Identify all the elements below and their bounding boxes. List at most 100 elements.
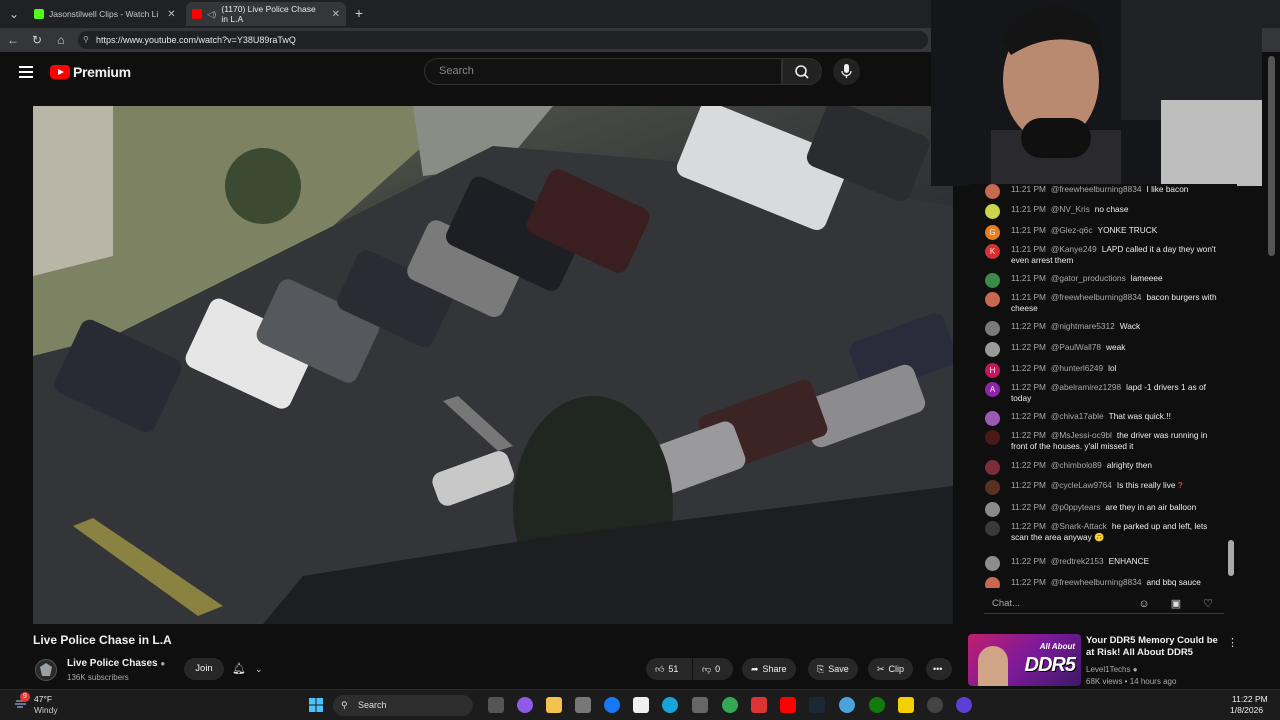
chat-message: 11:21 PM @freewheelburning8834 bacon burge…: [985, 292, 1217, 313]
app-icon[interactable]: [839, 697, 855, 713]
channel-avatar[interactable]: [35, 659, 57, 681]
microphone-icon: [841, 64, 852, 78]
youtube-logo[interactable]: Premium: [50, 64, 131, 80]
user-avatar[interactable]: [985, 184, 1000, 199]
user-avatar[interactable]: G: [985, 225, 1000, 240]
tab-label: Jasonstilwell Clips - Watch Li: [49, 9, 159, 19]
user-avatar[interactable]: [985, 480, 1000, 495]
chrome-icon[interactable]: [722, 697, 738, 713]
tab-list-chevron-icon[interactable]: ⌄: [6, 6, 22, 22]
chat-message: 11:22 PM @chimbolo89 alrighty then: [985, 460, 1217, 475]
site-info-icon[interactable]: ⚲: [83, 31, 89, 49]
windows-taskbar: 9 47°F Windy ⚲ Search 11:22 PM 1/8/2026: [0, 689, 1280, 720]
speaker-icon[interactable]: ◁): [207, 9, 216, 20]
youtube-favicon-icon: [192, 9, 202, 19]
calculator-icon[interactable]: [692, 697, 708, 713]
taskbar-search-label: Search: [358, 700, 387, 710]
app-icon[interactable]: [751, 697, 767, 713]
xbox-icon[interactable]: [869, 697, 885, 713]
task-view-icon[interactable]: [488, 697, 504, 713]
search-button[interactable]: [782, 58, 822, 85]
chat-input[interactable]: Chat...: [984, 594, 1224, 614]
page-scrollbar[interactable]: [1268, 56, 1275, 256]
voice-search-button[interactable]: [833, 58, 860, 85]
user-avatar[interactable]: [985, 292, 1000, 307]
notes-icon[interactable]: [898, 697, 914, 713]
tab-kick-clips[interactable]: Jasonstilwell Clips - Watch Li ✕: [28, 2, 183, 26]
recommended-video-thumbnail[interactable]: All About DDR5: [968, 634, 1081, 686]
recommended-video-title[interactable]: Your DDR5 Memory Could be at Risk! All A…: [1086, 635, 1226, 659]
steam-icon[interactable]: [809, 697, 825, 713]
user-avatar[interactable]: [985, 460, 1000, 475]
edge-icon[interactable]: [662, 697, 678, 713]
recommended-channel[interactable]: Level1Techs ●: [1086, 665, 1138, 674]
user-avatar[interactable]: [985, 411, 1000, 426]
windows-start-icon[interactable]: [308, 697, 324, 713]
user-avatar[interactable]: A: [985, 382, 1000, 397]
tab-youtube-video[interactable]: ◁) (1170) Live Police Chase in L.A ✕: [186, 2, 346, 26]
chat-message: A 11:22 PM @abelramirez1298 lapd -1 driver…: [985, 382, 1217, 403]
amazon-icon[interactable]: [633, 697, 649, 713]
super-chat-icon[interactable]: ▣: [1169, 597, 1183, 611]
user-avatar[interactable]: [985, 502, 1000, 517]
clock-time[interactable]: 11:22 PM: [1232, 694, 1268, 704]
youtube-app-icon[interactable]: [780, 697, 796, 713]
thumbnail-text: DDR5: [1024, 654, 1076, 676]
settings-gear-icon[interactable]: [927, 697, 943, 713]
user-avatar[interactable]: [985, 321, 1000, 336]
close-tab-icon[interactable]: ✕: [332, 9, 340, 20]
more-vertical-icon[interactable]: ⋮: [1227, 636, 1238, 649]
chat-message: 11:22 PM @MsJessi-oc9bl the driver was run…: [985, 430, 1217, 451]
close-tab-icon[interactable]: ✕: [167, 9, 175, 20]
back-arrow-icon[interactable]: ←: [5, 32, 21, 48]
more-actions-button[interactable]: •••: [926, 658, 952, 680]
search-input[interactable]: Search: [424, 58, 782, 85]
user-avatar[interactable]: [985, 273, 1000, 288]
video-player[interactable]: [33, 106, 953, 624]
reload-icon[interactable]: ↻: [29, 32, 45, 48]
chat-message: 11:22 PM @redtrek2153 ENHANCE: [985, 556, 1217, 571]
taskbar-search[interactable]: ⚲ Search: [333, 695, 473, 716]
user-avatar[interactable]: [985, 556, 1000, 571]
copilot-icon[interactable]: [517, 697, 533, 713]
share-button[interactable]: ➦ Share: [742, 658, 796, 680]
user-avatar[interactable]: [985, 204, 1000, 219]
chat-scrollbar[interactable]: [1228, 540, 1234, 576]
notification-bell-button[interactable]: 🔔︎ ⌄: [232, 658, 274, 680]
thumbs-up-icon: 👍︎: [655, 664, 665, 674]
clock-date[interactable]: 1/8/2026: [1230, 705, 1263, 715]
chat-message: 11:21 PM @gator_productions lameeee: [985, 273, 1217, 288]
bookmark-icon: ⎘: [817, 664, 825, 674]
youtube-header: Premium Search: [0, 52, 940, 92]
verified-icon: ●: [160, 659, 166, 668]
menu-icon[interactable]: [19, 66, 33, 78]
user-avatar[interactable]: [985, 577, 1000, 588]
like-button[interactable]: 👍︎ 51: [646, 658, 692, 680]
thumbs-down-icon: 👎︎: [702, 664, 712, 674]
url-field[interactable]: ⚲ https://www.youtube.com/watch?v=Y38U89…: [78, 31, 928, 49]
subscriber-count: 136K subscribers: [67, 673, 129, 682]
join-button[interactable]: Join: [184, 658, 224, 680]
channel-name[interactable]: Live Police Chases ●: [67, 658, 165, 669]
scissors-icon: ✂: [877, 664, 885, 674]
user-avatar[interactable]: [985, 521, 1000, 536]
tab-label: (1170) Live Police Chase in L.A: [221, 4, 316, 24]
store-icon[interactable]: [575, 697, 591, 713]
user-avatar[interactable]: K: [985, 244, 1000, 259]
user-avatar[interactable]: [985, 430, 1000, 445]
user-avatar[interactable]: H: [985, 363, 1000, 378]
channel-name-text: Live Police Chases: [67, 658, 158, 669]
chat-message: 11:22 PM @Snark-Attack he parked up and le…: [985, 521, 1217, 542]
dislike-button[interactable]: 👎︎ 0: [693, 658, 733, 680]
clip-button[interactable]: ✂ Clip: [868, 658, 914, 680]
obs-icon[interactable]: [956, 697, 972, 713]
facebook-icon[interactable]: [604, 697, 620, 713]
user-avatar[interactable]: [985, 342, 1000, 357]
heart-icon[interactable]: ♡: [1201, 597, 1215, 611]
save-button[interactable]: ⎘ Save: [808, 658, 858, 680]
home-icon[interactable]: ⌂: [53, 32, 69, 48]
thumbnail-text: All About: [1039, 642, 1075, 651]
emoji-picker-icon[interactable]: ☺: [1137, 597, 1151, 611]
file-explorer-icon[interactable]: [546, 697, 562, 713]
new-tab-button[interactable]: +: [351, 5, 367, 21]
